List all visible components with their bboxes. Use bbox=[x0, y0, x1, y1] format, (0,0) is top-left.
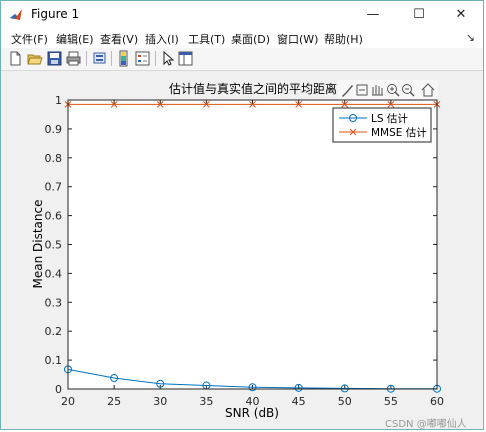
y-tick-label: 0.6 bbox=[45, 210, 63, 223]
y-axis-label: Mean Distance bbox=[31, 200, 45, 289]
chart-title: 估计值与真实值之间的平均距离 bbox=[169, 81, 337, 96]
legend-label-ls: LS 估计 bbox=[371, 112, 408, 125]
x-tick-label: 25 bbox=[107, 395, 121, 408]
x-tick-label: 30 bbox=[153, 395, 167, 408]
y-tick-label: 1 bbox=[55, 94, 62, 107]
x-tick-label: 35 bbox=[199, 395, 213, 408]
figure-window: Figure 1 — ☐ ✕ 文件(F) 编辑(E) 查看(V) 插入(I) 工… bbox=[0, 0, 484, 430]
y-tick-label: 0.1 bbox=[45, 354, 63, 367]
y-tick-label: 0.8 bbox=[45, 152, 63, 165]
x-tick-label: 55 bbox=[384, 395, 398, 408]
y-tick-label: 0.7 bbox=[45, 181, 63, 194]
x-tick-label: 50 bbox=[338, 395, 352, 408]
watermark: CSDN @嘟嘟仙人 bbox=[385, 419, 467, 430]
y-tick-label: 0.9 bbox=[45, 123, 63, 136]
axes-toolbar bbox=[338, 80, 438, 99]
y-tick-label: 0.5 bbox=[45, 239, 63, 252]
x-axis-label: SNR (dB) bbox=[225, 406, 279, 420]
chart-area: 20 25 30 35 40 45 50 55 6000.10.20.30.40.50.60.7… bbox=[31, 80, 444, 420]
y-tick-label: 0.4 bbox=[45, 267, 63, 280]
legend: LS 估计 MMSE 估计 bbox=[332, 107, 432, 143]
plot-axes-background bbox=[68, 100, 437, 389]
y-tick-label: 0 bbox=[55, 383, 62, 396]
legend-label-mmse: MMSE 估计 bbox=[371, 126, 427, 139]
y-tick-label: 0.3 bbox=[45, 296, 63, 309]
x-tick-label: 60 bbox=[430, 395, 444, 408]
x-tick-label: 45 bbox=[292, 395, 306, 408]
x-tick-label: 20 bbox=[61, 395, 75, 408]
y-tick-label: 0.2 bbox=[45, 325, 63, 338]
